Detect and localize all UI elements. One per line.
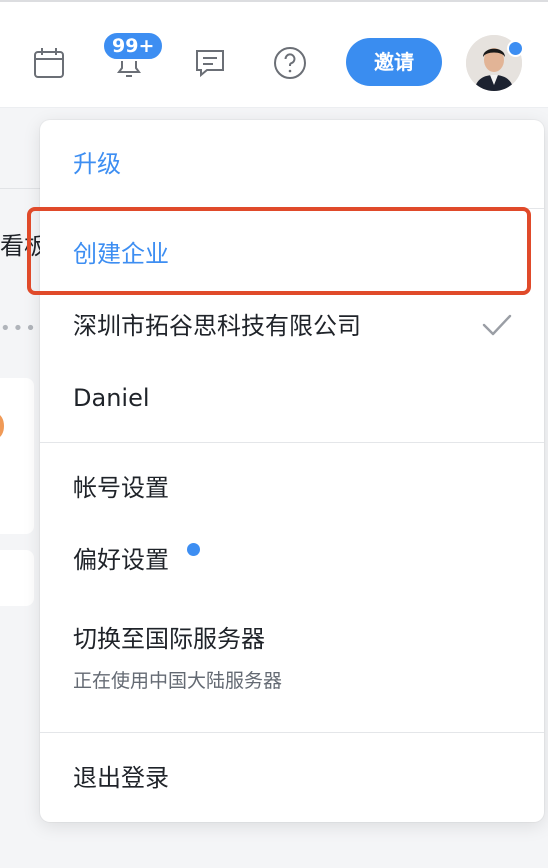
calendar-icon[interactable] — [32, 46, 66, 80]
online-status-dot — [507, 40, 524, 57]
help-icon[interactable] — [272, 45, 308, 81]
menu-item-logout[interactable]: 退出登录 — [73, 762, 169, 794]
menu-divider — [40, 732, 544, 733]
checkmark-icon — [482, 313, 512, 341]
background-divider — [0, 188, 42, 189]
menu-item-organization[interactable]: Daniel — [73, 382, 150, 414]
highlight-box — [27, 207, 531, 295]
notification-badge: 99+ — [102, 31, 165, 61]
background-card — [0, 378, 34, 534]
menu-divider — [40, 442, 544, 443]
invite-button[interactable]: 邀请 — [346, 38, 442, 86]
avatar[interactable] — [466, 35, 524, 91]
menu-item-upgrade[interactable]: 升级 — [73, 148, 121, 180]
more-icon: ••• — [0, 318, 38, 339]
server-status-text: 正在使用中国大陆服务器 — [73, 670, 283, 692]
menu-item-account-settings[interactable]: 帐号设置 — [73, 472, 169, 504]
menu-item-switch-server[interactable]: 切换至国际服务器 — [73, 623, 265, 655]
menu-item-organization[interactable]: 深圳市拓谷思科技有限公司 — [73, 310, 361, 342]
message-icon[interactable] — [193, 46, 227, 80]
top-bar: 99+ 邀请 — [0, 0, 548, 108]
background-card — [0, 550, 34, 606]
menu-item-preferences[interactable]: 偏好设置 — [73, 544, 169, 576]
new-indicator-dot — [187, 543, 200, 556]
